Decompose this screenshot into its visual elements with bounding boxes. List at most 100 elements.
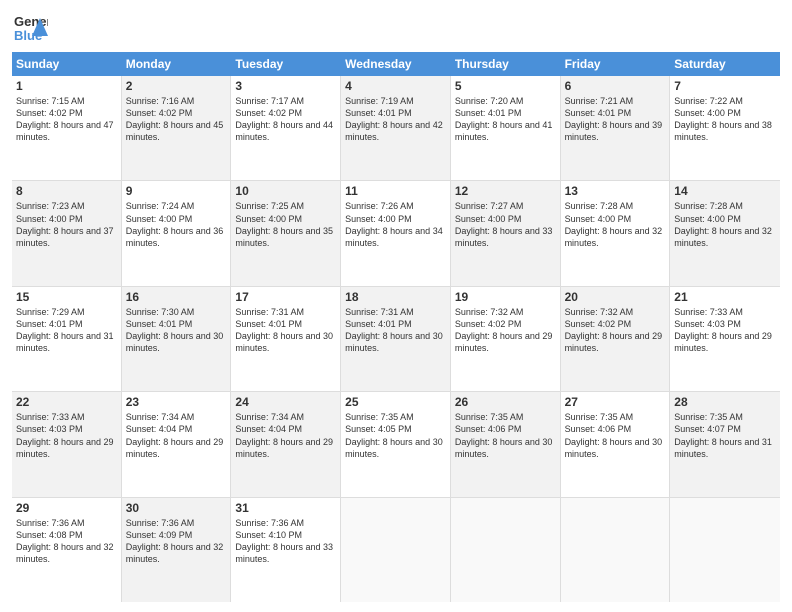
- day-info: Sunrise: 7:26 AM Sunset: 4:00 PM Dayligh…: [345, 200, 446, 249]
- day-number: 7: [674, 79, 776, 93]
- day-number: 22: [16, 395, 117, 409]
- day-of-week-tuesday: Tuesday: [231, 52, 341, 76]
- calendar-day-empty: [341, 498, 451, 602]
- day-info: Sunrise: 7:29 AM Sunset: 4:01 PM Dayligh…: [16, 306, 117, 355]
- calendar-day-13: 13 Sunrise: 7:28 AM Sunset: 4:00 PM Dayli…: [561, 181, 671, 285]
- day-number: 11: [345, 184, 446, 198]
- calendar-day-empty: [451, 498, 561, 602]
- day-info: Sunrise: 7:34 AM Sunset: 4:04 PM Dayligh…: [235, 411, 336, 460]
- day-info: Sunrise: 7:28 AM Sunset: 4:00 PM Dayligh…: [674, 200, 776, 249]
- day-number: 16: [126, 290, 227, 304]
- calendar-day-29: 29 Sunrise: 7:36 AM Sunset: 4:08 PM Dayli…: [12, 498, 122, 602]
- day-info: Sunrise: 7:34 AM Sunset: 4:04 PM Dayligh…: [126, 411, 227, 460]
- day-info: Sunrise: 7:35 AM Sunset: 4:07 PM Dayligh…: [674, 411, 776, 460]
- calendar: SundayMondayTuesdayWednesdayThursdayFrid…: [12, 52, 780, 602]
- logo: General Blue: [12, 10, 48, 46]
- calendar-day-26: 26 Sunrise: 7:35 AM Sunset: 4:06 PM Dayli…: [451, 392, 561, 496]
- day-number: 1: [16, 79, 117, 93]
- day-number: 28: [674, 395, 776, 409]
- day-number: 21: [674, 290, 776, 304]
- calendar-day-5: 5 Sunrise: 7:20 AM Sunset: 4:01 PM Daylig…: [451, 76, 561, 180]
- calendar-day-16: 16 Sunrise: 7:30 AM Sunset: 4:01 PM Dayli…: [122, 287, 232, 391]
- day-number: 4: [345, 79, 446, 93]
- calendar-day-20: 20Sunrise: 7:32 AM Sunset: 4:02 PM Dayli…: [561, 287, 671, 391]
- day-info: Sunrise: 7:31 AM Sunset: 4:01 PM Dayligh…: [235, 306, 336, 355]
- day-of-week-thursday: Thursday: [451, 52, 561, 76]
- calendar-day-21: 21 Sunrise: 7:33 AM Sunset: 4:03 PM Dayli…: [670, 287, 780, 391]
- day-number: 14: [674, 184, 776, 198]
- calendar-week-2: 8 Sunrise: 7:23 AM Sunset: 4:00 PM Daylig…: [12, 181, 780, 286]
- calendar-day-18: 18Sunrise: 7:31 AM Sunset: 4:01 PM Dayli…: [341, 287, 451, 391]
- calendar-day-17: 17 Sunrise: 7:31 AM Sunset: 4:01 PM Dayli…: [231, 287, 341, 391]
- day-number: 25: [345, 395, 446, 409]
- day-info: Sunrise: 7:33 AM Sunset: 4:03 PM Dayligh…: [674, 306, 776, 355]
- calendar-day-1: 1 Sunrise: 7:15 AM Sunset: 4:02 PM Daylig…: [12, 76, 122, 180]
- calendar-day-4: 4 Sunrise: 7:19 AM Sunset: 4:01 PM Daylig…: [341, 76, 451, 180]
- calendar-day-8: 8 Sunrise: 7:23 AM Sunset: 4:00 PM Daylig…: [12, 181, 122, 285]
- calendar-day-3: 3 Sunrise: 7:17 AM Sunset: 4:02 PM Daylig…: [231, 76, 341, 180]
- day-number: 10: [235, 184, 336, 198]
- day-of-week-monday: Monday: [122, 52, 232, 76]
- day-info: Sunrise: 7:17 AM Sunset: 4:02 PM Dayligh…: [235, 95, 336, 144]
- day-info: Sunrise: 7:32 AM Sunset: 4:02 PM Dayligh…: [565, 306, 666, 355]
- day-of-week-saturday: Saturday: [670, 52, 780, 76]
- calendar-day-2: 2 Sunrise: 7:16 AM Sunset: 4:02 PM Daylig…: [122, 76, 232, 180]
- day-info: Sunrise: 7:32 AM Sunset: 4:02 PM Dayligh…: [455, 306, 556, 355]
- calendar-day-7: 7 Sunrise: 7:22 AM Sunset: 4:00 PM Daylig…: [670, 76, 780, 180]
- day-info: Sunrise: 7:15 AM Sunset: 4:02 PM Dayligh…: [16, 95, 117, 144]
- day-info: Sunrise: 7:25 AM Sunset: 4:00 PM Dayligh…: [235, 200, 336, 249]
- header: General Blue: [12, 10, 780, 46]
- calendar-body: 1 Sunrise: 7:15 AM Sunset: 4:02 PM Daylig…: [12, 76, 780, 602]
- day-number: 26: [455, 395, 556, 409]
- calendar-week-5: 29 Sunrise: 7:36 AM Sunset: 4:08 PM Dayli…: [12, 498, 780, 602]
- calendar-day-10: 10 Sunrise: 7:25 AM Sunset: 4:00 PM Dayli…: [231, 181, 341, 285]
- day-number: 30: [126, 501, 227, 515]
- day-info: Sunrise: 7:35 AM Sunset: 4:05 PM Dayligh…: [345, 411, 446, 460]
- calendar-week-3: 15Sunrise: 7:29 AM Sunset: 4:01 PM Dayli…: [12, 287, 780, 392]
- calendar-day-31: 31Sunrise: 7:36 AM Sunset: 4:10 PM Dayli…: [231, 498, 341, 602]
- calendar-day-9: 9 Sunrise: 7:24 AM Sunset: 4:00 PM Daylig…: [122, 181, 232, 285]
- day-info: Sunrise: 7:24 AM Sunset: 4:00 PM Dayligh…: [126, 200, 227, 249]
- day-info: Sunrise: 7:35 AM Sunset: 4:06 PM Dayligh…: [455, 411, 556, 460]
- day-number: 3: [235, 79, 336, 93]
- day-of-week-friday: Friday: [561, 52, 671, 76]
- calendar-week-1: 1 Sunrise: 7:15 AM Sunset: 4:02 PM Daylig…: [12, 76, 780, 181]
- calendar-day-empty: [670, 498, 780, 602]
- calendar-day-23: 23 Sunrise: 7:34 AM Sunset: 4:04 PM Dayli…: [122, 392, 232, 496]
- day-number: 12: [455, 184, 556, 198]
- day-number: 2: [126, 79, 227, 93]
- calendar-day-27: 27Sunrise: 7:35 AM Sunset: 4:06 PM Dayli…: [561, 392, 671, 496]
- day-info: Sunrise: 7:20 AM Sunset: 4:01 PM Dayligh…: [455, 95, 556, 144]
- day-number: 8: [16, 184, 117, 198]
- calendar-day-15: 15Sunrise: 7:29 AM Sunset: 4:01 PM Dayli…: [12, 287, 122, 391]
- day-number: 5: [455, 79, 556, 93]
- day-info: Sunrise: 7:22 AM Sunset: 4:00 PM Dayligh…: [674, 95, 776, 144]
- calendar-day-22: 22 Sunrise: 7:33 AM Sunset: 4:03 PM Dayli…: [12, 392, 122, 496]
- day-of-week-wednesday: Wednesday: [341, 52, 451, 76]
- day-number: 9: [126, 184, 227, 198]
- calendar-day-24: 24Sunrise: 7:34 AM Sunset: 4:04 PM Dayli…: [231, 392, 341, 496]
- day-info: Sunrise: 7:16 AM Sunset: 4:02 PM Dayligh…: [126, 95, 227, 144]
- day-number: 19: [455, 290, 556, 304]
- day-info: Sunrise: 7:33 AM Sunset: 4:03 PM Dayligh…: [16, 411, 117, 460]
- calendar-day-12: 12 Sunrise: 7:27 AM Sunset: 4:00 PM Dayli…: [451, 181, 561, 285]
- day-number: 17: [235, 290, 336, 304]
- day-number: 29: [16, 501, 117, 515]
- day-info: Sunrise: 7:19 AM Sunset: 4:01 PM Dayligh…: [345, 95, 446, 144]
- calendar-day-28: 28 Sunrise: 7:35 AM Sunset: 4:07 PM Dayli…: [670, 392, 780, 496]
- calendar-day-empty: [561, 498, 671, 602]
- calendar-day-11: 11 Sunrise: 7:26 AM Sunset: 4:00 PM Dayli…: [341, 181, 451, 285]
- day-info: Sunrise: 7:28 AM Sunset: 4:00 PM Dayligh…: [565, 200, 666, 249]
- day-number: 13: [565, 184, 666, 198]
- calendar-day-14: 14 Sunrise: 7:28 AM Sunset: 4:00 PM Dayli…: [670, 181, 780, 285]
- day-info: Sunrise: 7:23 AM Sunset: 4:00 PM Dayligh…: [16, 200, 117, 249]
- day-info: Sunrise: 7:30 AM Sunset: 4:01 PM Dayligh…: [126, 306, 227, 355]
- calendar-day-25: 25 Sunrise: 7:35 AM Sunset: 4:05 PM Dayli…: [341, 392, 451, 496]
- day-number: 23: [126, 395, 227, 409]
- main-container: General Blue SundayMondayTuesdayWednesda…: [0, 0, 792, 612]
- day-info: Sunrise: 7:36 AM Sunset: 4:08 PM Dayligh…: [16, 517, 117, 566]
- calendar-day-6: 6Sunrise: 7:21 AM Sunset: 4:01 PM Daylig…: [561, 76, 671, 180]
- day-info: Sunrise: 7:35 AM Sunset: 4:06 PM Dayligh…: [565, 411, 666, 460]
- day-info: Sunrise: 7:27 AM Sunset: 4:00 PM Dayligh…: [455, 200, 556, 249]
- day-of-week-sunday: Sunday: [12, 52, 122, 76]
